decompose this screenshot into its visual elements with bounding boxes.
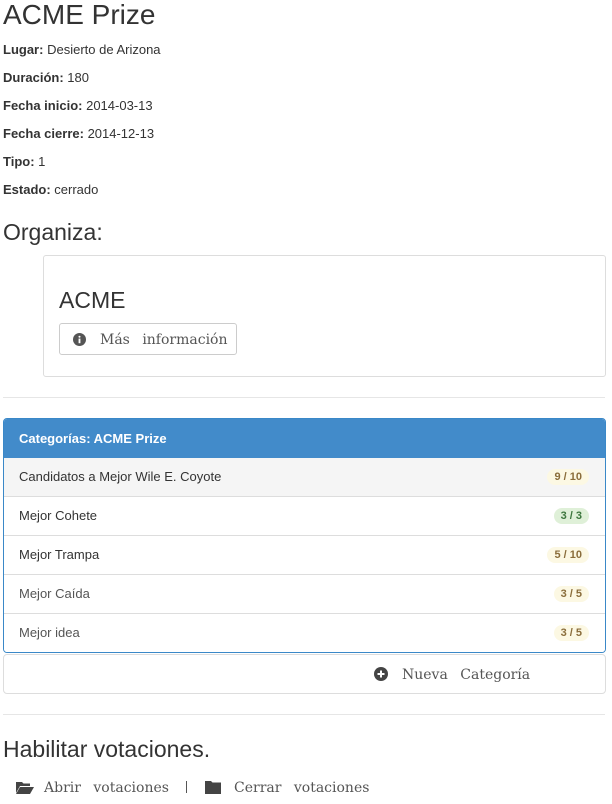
detail-tipo: Tipo: 1 bbox=[3, 154, 45, 170]
plus-circle-icon bbox=[374, 667, 388, 685]
folder-icon bbox=[205, 781, 221, 799]
category-name: Mejor idea bbox=[19, 625, 80, 640]
detail-fecha-cierre: Fecha cierre: 2014-12-13 bbox=[3, 126, 154, 142]
page-title: ACME Prize bbox=[3, 0, 156, 30]
detail-value: 2014-03-13 bbox=[86, 98, 153, 113]
detail-label: Fecha cierre: bbox=[3, 126, 84, 141]
category-name: Candidatos a Mejor Wile E. Coyote bbox=[19, 469, 222, 484]
detail-value: 180 bbox=[67, 70, 89, 85]
category-row[interactable]: Mejor Trampa 5 / 10 bbox=[4, 535, 605, 574]
detail-value: cerrado bbox=[54, 182, 99, 197]
detail-label: Tipo: bbox=[3, 154, 35, 169]
votaciones-heading: Habilitar votaciones. bbox=[3, 736, 211, 762]
separator bbox=[186, 781, 187, 793]
detail-fecha-inicio: Fecha inicio: 2014-03-13 bbox=[3, 98, 153, 114]
detail-label: Duración: bbox=[3, 70, 64, 85]
category-name: Mejor Trampa bbox=[19, 547, 100, 562]
close-voting-link[interactable]: Cerrar votaciones bbox=[234, 780, 369, 796]
detail-label: Lugar: bbox=[3, 42, 44, 57]
divider bbox=[3, 714, 605, 715]
new-category-label: Nueva Categoría bbox=[402, 667, 531, 683]
detail-value: 2014-12-13 bbox=[87, 126, 155, 141]
category-count-badge: 3 / 5 bbox=[553, 586, 589, 602]
category-name: Mejor Caída bbox=[19, 586, 90, 601]
category-count-badge: 5 / 10 bbox=[547, 547, 589, 563]
more-info-button[interactable]: Más información bbox=[59, 323, 237, 355]
detail-value: 1 bbox=[38, 154, 46, 169]
detail-lugar: Lugar: Desierto de Arizona bbox=[3, 42, 161, 58]
category-row[interactable]: Mejor Caída 3 / 5 bbox=[4, 574, 605, 613]
organiza-heading: Organiza: bbox=[3, 219, 103, 245]
category-row[interactable]: Mejor Cohete 3 / 3 bbox=[4, 496, 605, 535]
category-row[interactable]: Mejor idea 3 / 5 bbox=[4, 613, 605, 652]
categories-panel-header: Categorías: ACME Prize bbox=[4, 419, 605, 458]
category-name: Mejor Cohete bbox=[19, 508, 98, 523]
info-circle-icon bbox=[73, 333, 86, 350]
category-row[interactable]: Candidatos a Mejor Wile E. Coyote 9 / 10 bbox=[4, 458, 605, 496]
organizer-name: ACME bbox=[59, 287, 126, 313]
category-count-badge: 9 / 10 bbox=[547, 469, 589, 485]
detail-label: Fecha inicio: bbox=[3, 98, 83, 113]
new-category-button[interactable]: Nueva Categoría bbox=[3, 654, 606, 694]
detail-duracion: Duración: 180 bbox=[3, 70, 89, 86]
categories-panel: Categorías: ACME Prize Candidatos a Mejo… bbox=[3, 418, 606, 653]
divider bbox=[3, 397, 605, 398]
category-count-badge: 3 / 5 bbox=[553, 625, 589, 641]
open-voting-link[interactable]: Abrir votaciones bbox=[44, 780, 169, 796]
category-count-badge: 3 / 3 bbox=[553, 508, 589, 524]
detail-estado: Estado: cerrado bbox=[3, 182, 98, 198]
organizer-card: ACME Más información bbox=[43, 255, 606, 377]
more-info-label: Más información bbox=[100, 332, 228, 348]
folder-open-icon bbox=[16, 781, 34, 799]
detail-label: Estado: bbox=[3, 182, 51, 197]
detail-value: Desierto de Arizona bbox=[47, 42, 161, 57]
